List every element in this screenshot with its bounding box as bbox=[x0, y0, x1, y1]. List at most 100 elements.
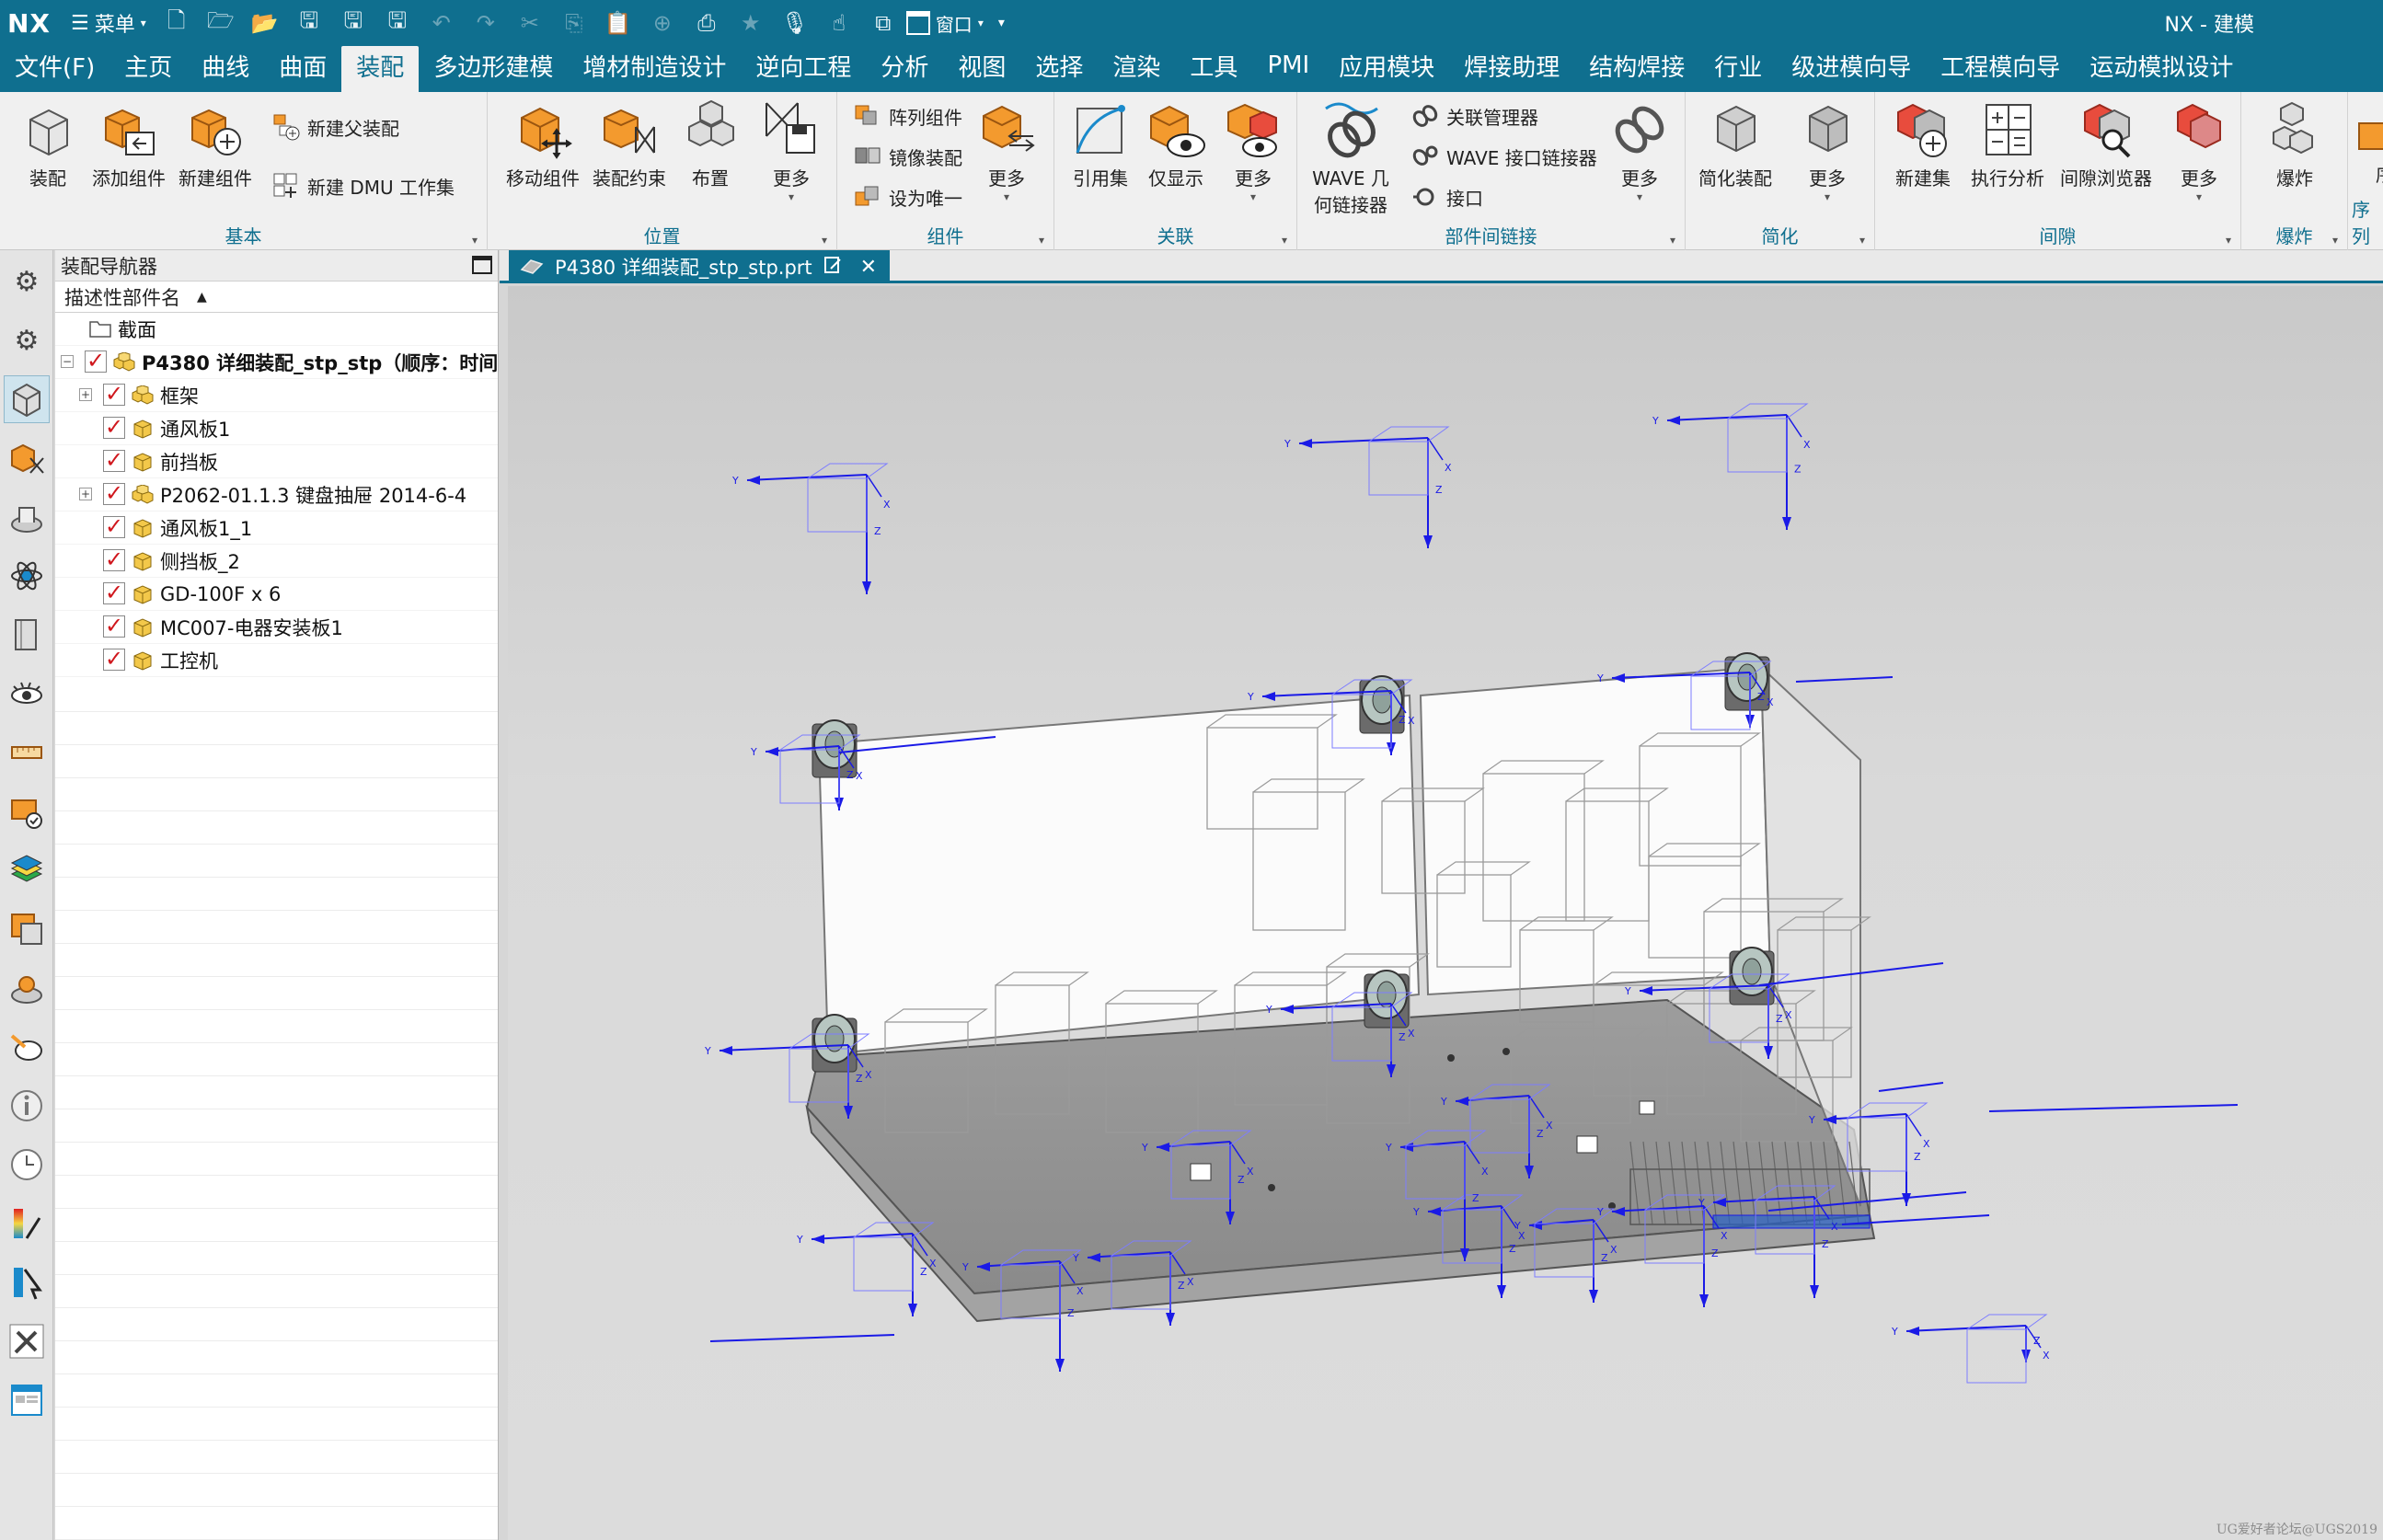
menu-tab[interactable]: 应用模块 bbox=[1324, 46, 1449, 92]
tree-node-row[interactable]: + ✓ 框架 bbox=[55, 379, 498, 412]
back-panel-right[interactable] bbox=[1419, 665, 1772, 996]
menu-tab[interactable]: 工具 bbox=[1175, 46, 1252, 92]
visibility-checkbox[interactable]: ✓ bbox=[103, 449, 125, 472]
layer-stack-icon[interactable] bbox=[4, 846, 50, 894]
menu-tab[interactable]: 增材制造设计 bbox=[568, 46, 741, 92]
move-component-button[interactable]: 移动组件 bbox=[499, 99, 587, 190]
menu-tab[interactable]: 工程模向导 bbox=[1926, 46, 2075, 92]
group-expand-icon[interactable]: ▾ bbox=[2332, 234, 2338, 247]
web-browser-icon[interactable] bbox=[4, 1376, 50, 1424]
paste-special-icon[interactable]: ⊕ bbox=[645, 6, 680, 40]
menu-tab[interactable]: 曲线 bbox=[187, 46, 264, 92]
menu-tab[interactable]: 分析 bbox=[866, 46, 943, 92]
close-tab-icon[interactable]: ✕ bbox=[860, 256, 877, 279]
menu-tab[interactable]: 渲染 bbox=[1098, 46, 1175, 92]
visibility-checkbox[interactable]: ✓ bbox=[103, 383, 125, 406]
interface-button[interactable]: 接口 bbox=[1411, 180, 1483, 213]
selection-tool-icon[interactable] bbox=[4, 1258, 50, 1306]
explode-button[interactable]: 爆炸 bbox=[2251, 99, 2339, 190]
copy-icon[interactable]: ⎘ bbox=[557, 6, 592, 40]
group-expand-icon[interactable]: ▾ bbox=[2226, 234, 2231, 247]
visibility-checkbox[interactable]: ✓ bbox=[103, 548, 125, 571]
info-icon[interactable] bbox=[4, 1082, 50, 1130]
group-expand-icon[interactable]: ▾ bbox=[1670, 234, 1675, 247]
favorite-star-icon[interactable]: ★ bbox=[733, 6, 768, 40]
visibility-checkbox[interactable]: ✓ bbox=[85, 350, 107, 373]
menu-tab[interactable]: 行业 bbox=[1699, 46, 1777, 92]
hd3d-tools-icon[interactable] bbox=[4, 611, 50, 659]
tree-folder-row[interactable]: 截面 bbox=[55, 313, 498, 346]
paste-icon[interactable]: 📋 bbox=[601, 6, 636, 40]
view-visibility-eye-icon[interactable] bbox=[4, 670, 50, 718]
show-only-button[interactable]: 仅显示 bbox=[1132, 99, 1220, 190]
mirror-assembly-button[interactable]: 镜像装配 bbox=[854, 140, 962, 173]
group-expand-icon[interactable]: ▾ bbox=[472, 234, 478, 247]
assembly-navigator-icon[interactable] bbox=[4, 434, 50, 482]
assemble-button[interactable]: 装配 bbox=[4, 99, 92, 190]
visibility-checkbox[interactable]: ✓ bbox=[103, 581, 125, 604]
new-set-button[interactable]: 新建集 bbox=[1879, 99, 1967, 190]
open-file-icon[interactable]: 🗁 bbox=[203, 6, 238, 40]
make-unique-button[interactable]: 设为唯一 bbox=[854, 180, 962, 213]
menu-tab[interactable]: 逆向工程 bbox=[741, 46, 866, 92]
touch-mode-icon[interactable]: ☝ bbox=[822, 6, 857, 40]
undo-icon[interactable]: ↶ bbox=[424, 6, 459, 40]
clearance-browser-button[interactable]: 间隙浏览器 bbox=[2055, 99, 2157, 190]
tree-node-row[interactable]: ✓ 工控机 bbox=[55, 644, 498, 677]
microphone-icon[interactable]: 🎙 bbox=[777, 6, 812, 40]
document-tab[interactable]: P4380 详细装配_stp_stp.prt ✕ bbox=[509, 250, 891, 283]
checkmate-icon[interactable] bbox=[4, 787, 50, 835]
simplify-assembly-button[interactable]: 简化装配 bbox=[1691, 99, 1779, 190]
group-expand-icon[interactable]: ▾ bbox=[1282, 234, 1287, 247]
maximize-panel-icon[interactable] bbox=[472, 256, 492, 274]
hole-feature-icon[interactable] bbox=[4, 964, 50, 1012]
group-expand-icon[interactable]: ▾ bbox=[1039, 234, 1044, 247]
new-dmu-workset-button[interactable]: 新建 DMU 工作集 bbox=[272, 169, 455, 202]
assembly-3d-model[interactable]: YZXYZXYZXYZ XYZ XYZ XYZ XYZ XYZ XYZXYZXYZXYZXY… bbox=[508, 286, 2383, 1540]
arrangement-button[interactable]: 布置 bbox=[666, 99, 754, 190]
tree-node-row[interactable]: ✓ 前挡板 bbox=[55, 445, 498, 478]
switch-window-icon[interactable]: ⧉ bbox=[866, 6, 901, 40]
display-color-icon[interactable] bbox=[4, 905, 50, 953]
visibility-checkbox[interactable]: ✓ bbox=[103, 648, 125, 671]
new-parent-button[interactable]: 新建父装配 bbox=[272, 110, 399, 144]
tree-node-row[interactable]: −✓ P4380 详细装配_stp_stp（顺序：时间顺序） bbox=[55, 346, 498, 379]
relation-manager-button[interactable]: 关联管理器 bbox=[1411, 99, 1538, 132]
clearance-more-button[interactable]: 更多 ▾ bbox=[2155, 99, 2243, 203]
roles-icon[interactable] bbox=[4, 1023, 50, 1071]
collapse-node-icon[interactable]: − bbox=[61, 355, 74, 368]
menu-tab[interactable]: 多边形建模 bbox=[419, 46, 568, 92]
expand-node-icon[interactable]: + bbox=[79, 388, 92, 401]
customize-toolbar-icon[interactable]: ▾ bbox=[998, 16, 1005, 30]
assembly-constraint-button[interactable]: 装配约束 bbox=[585, 99, 673, 190]
tree-node-row[interactable]: ✓ GD-100F x 6 bbox=[55, 578, 498, 611]
expand-node-icon[interactable]: + bbox=[79, 488, 92, 500]
menu-button[interactable]: ☰ 菜单 ▾ bbox=[65, 8, 159, 38]
settings-gear-icon[interactable]: ⚙ bbox=[4, 258, 50, 305]
open-folder-icon[interactable]: 📂 bbox=[248, 6, 282, 40]
tree-node-row[interactable]: + ✓ P2062-01.1.3 键盘抽屉 2014-6-4 bbox=[55, 478, 498, 511]
component-more-button[interactable]: 更多 ▾ bbox=[962, 99, 1051, 203]
simplify-more-button[interactable]: 更多 ▾ bbox=[1783, 99, 1871, 203]
tree-node-row[interactable]: ✓ 通风板1_1 bbox=[55, 511, 498, 545]
ruler-measure-icon[interactable] bbox=[4, 729, 50, 776]
cut-icon[interactable]: ✂ bbox=[512, 6, 547, 40]
save-all-icon[interactable]: 🖫 bbox=[380, 6, 415, 40]
tree-node-row[interactable]: ✓ 侧挡板_2 bbox=[55, 545, 498, 578]
new-file-icon[interactable]: 🗋 bbox=[159, 6, 194, 40]
visibility-checkbox[interactable]: ✓ bbox=[103, 615, 125, 638]
wave-geometry-linker-button[interactable]: WAVE 几 何链接器 bbox=[1307, 99, 1395, 217]
redo-icon[interactable]: ↷ bbox=[468, 6, 503, 40]
menu-tab[interactable]: 选择 bbox=[1020, 46, 1098, 92]
column-header-part-name[interactable]: 描述性部件名 ▲ bbox=[55, 282, 498, 313]
save-icon[interactable]: 🖫 bbox=[292, 6, 327, 40]
print-icon[interactable]: ⎙ bbox=[689, 6, 724, 40]
tree-node-row[interactable]: ✓ MC007-电器安装板1 bbox=[55, 611, 498, 644]
menu-tab[interactable]: 结构焊接 bbox=[1574, 46, 1699, 92]
group-expand-icon[interactable]: ▾ bbox=[1859, 234, 1865, 247]
menu-tab[interactable]: 主页 bbox=[109, 46, 187, 92]
color-palette-icon[interactable] bbox=[4, 1200, 50, 1247]
visibility-checkbox[interactable]: ✓ bbox=[103, 515, 125, 538]
window-menu[interactable]: 窗口 ▾ ▾ bbox=[905, 10, 1005, 37]
reuse-library-icon[interactable] bbox=[4, 552, 50, 600]
